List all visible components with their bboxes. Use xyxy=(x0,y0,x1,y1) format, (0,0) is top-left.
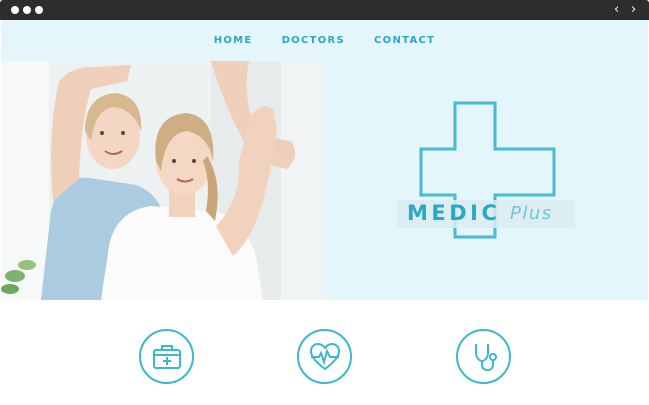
feature-diagnosis[interactable] xyxy=(456,329,511,384)
nav-doctors-link[interactable]: DOCTORS xyxy=(282,35,345,46)
hero-photo xyxy=(1,61,324,300)
window-dot[interactable] xyxy=(35,6,43,14)
physiotherapy-photo-illustration xyxy=(1,61,324,300)
window-dot[interactable] xyxy=(11,6,19,14)
forward-arrow-icon[interactable]: › xyxy=(631,2,636,18)
web-page: HOME DOCTORS CONTACT MEDIC Plus xyxy=(1,20,648,405)
medic-plus-logo[interactable]: MEDIC Plus xyxy=(393,100,583,240)
window-dot[interactable] xyxy=(23,6,31,14)
first-aid-kit-icon xyxy=(152,344,181,369)
back-arrow-icon[interactable]: ‹ xyxy=(614,2,619,18)
feature-first-aid[interactable] xyxy=(139,329,194,384)
nav-home-link[interactable]: HOME xyxy=(214,35,253,46)
logo-plus-text: Plus xyxy=(510,203,553,224)
feature-cardiology[interactable] xyxy=(297,329,352,384)
stethoscope-icon xyxy=(474,343,497,371)
logo-medic-text: MEDIC xyxy=(407,201,501,225)
heart-pulse-icon xyxy=(309,342,340,370)
browser-titlebar: ‹ › xyxy=(0,0,649,20)
features-row xyxy=(1,300,648,405)
nav-contact-link[interactable]: CONTACT xyxy=(374,35,435,46)
main-nav: HOME DOCTORS CONTACT xyxy=(1,20,648,60)
